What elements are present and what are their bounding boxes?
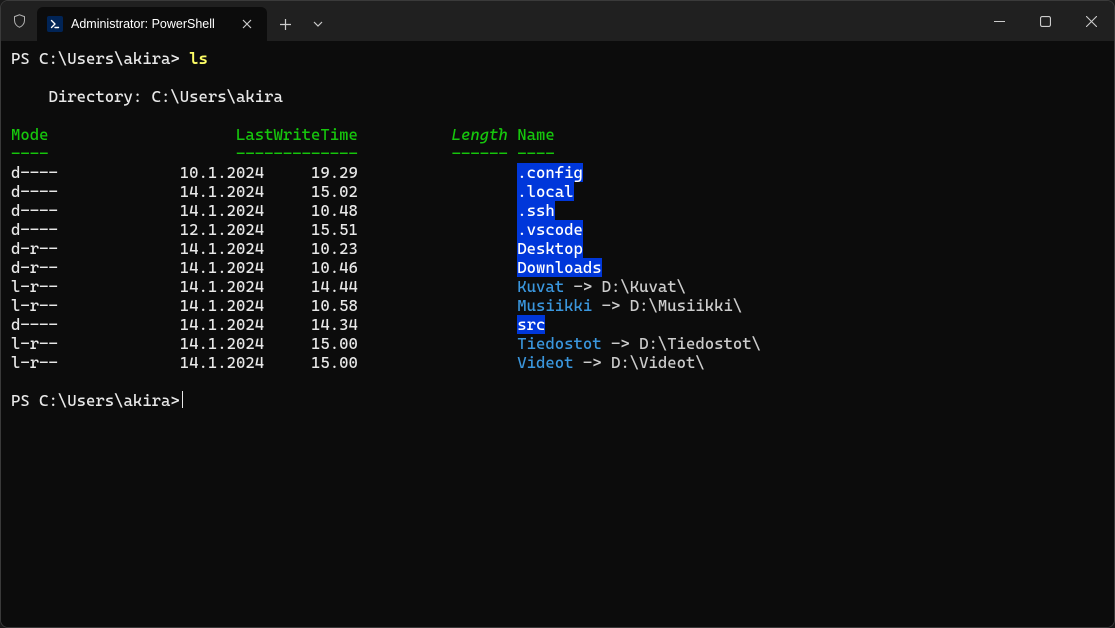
admin-shield-icon xyxy=(1,1,37,41)
titlebar[interactable]: Administrator: PowerShell xyxy=(1,1,1114,41)
close-button[interactable] xyxy=(1068,1,1114,41)
listing-row: l-r-- 14.1.2024 10.58 Musiikki -> D:\Mus… xyxy=(11,296,1112,315)
entry-name: src xyxy=(517,315,545,334)
entry-name: Downloads xyxy=(517,258,601,277)
entry-name: .vscode xyxy=(517,220,583,239)
entry-name: .config xyxy=(517,163,583,182)
listing-row: d---- 14.1.2024 14.34 src xyxy=(11,315,1112,334)
listing-row: d---- 14.1.2024 15.02 .local xyxy=(11,182,1112,201)
terminal-window: Administrator: PowerShell PS C:\Users\ak… xyxy=(0,0,1115,628)
tab-active[interactable]: Administrator: PowerShell xyxy=(37,7,267,41)
entry-name: Videot xyxy=(517,353,573,372)
entry-name: Tiedostot xyxy=(517,334,601,353)
listing-row: l-r-- 14.1.2024 15.00 Tiedostot -> D:\Ti… xyxy=(11,334,1112,353)
entry-name: Musiikki xyxy=(517,296,592,315)
listing-row: d---- 10.1.2024 19.29 .config xyxy=(11,163,1112,182)
entry-name: Desktop xyxy=(517,239,583,258)
maximize-button[interactable] xyxy=(1022,1,1068,41)
tab-title: Administrator: PowerShell xyxy=(71,17,229,31)
listing-row: l-r-- 14.1.2024 15.00 Videot -> D:\Video… xyxy=(11,353,1112,372)
listing-row: d-r-- 14.1.2024 10.46 Downloads xyxy=(11,258,1112,277)
listing-row: d---- 14.1.2024 10.48 .ssh xyxy=(11,201,1112,220)
minimize-button[interactable] xyxy=(976,1,1022,41)
listing-row: d---- 12.1.2024 15.51 .vscode xyxy=(11,220,1112,239)
listing-row: l-r-- 14.1.2024 14.44 Kuvat -> D:\Kuvat\ xyxy=(11,277,1112,296)
entry-name: .ssh xyxy=(517,201,555,220)
prompt-current: PS C:\Users\akira> xyxy=(11,391,180,410)
directory-label: Directory: C:\Users\akira xyxy=(11,87,1112,106)
terminal-body[interactable]: PS C:\Users\akira> ls Directory: C:\User… xyxy=(1,41,1114,627)
entry-name: .local xyxy=(517,182,573,201)
powershell-icon xyxy=(47,16,63,32)
entry-name: Kuvat xyxy=(517,277,564,296)
tab-close-icon[interactable] xyxy=(237,14,257,34)
scrollbar-vertical[interactable] xyxy=(1100,40,1114,627)
command-text: ls xyxy=(189,49,208,68)
listing-row: d-r-- 14.1.2024 10.23 Desktop xyxy=(11,239,1112,258)
tab-dropdown-icon[interactable] xyxy=(303,7,333,41)
new-tab-button[interactable] xyxy=(267,7,303,41)
cursor xyxy=(182,391,183,408)
